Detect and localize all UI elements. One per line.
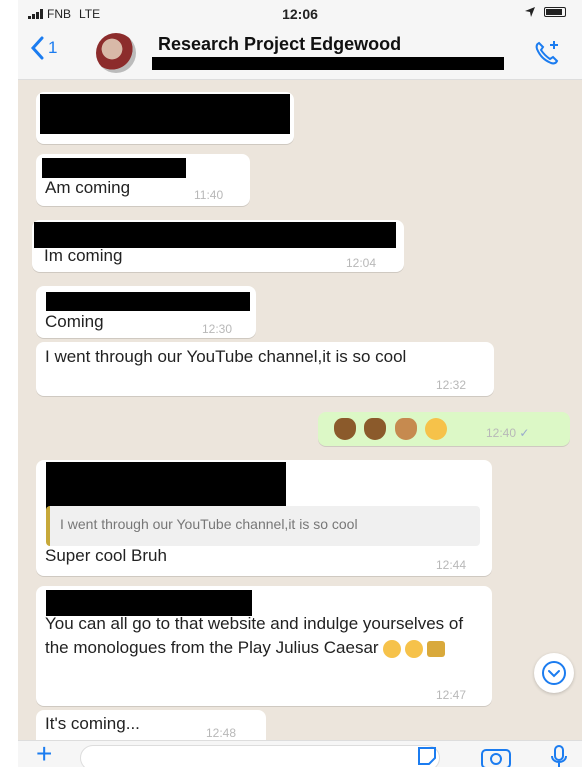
scroll-down-button[interactable] xyxy=(534,653,574,693)
sticker-icon[interactable] xyxy=(416,745,438,767)
message-text: Coming xyxy=(45,312,104,331)
message-bubble[interactable]: Im coming 12:04 xyxy=(32,220,404,272)
message-time-value: 12:40 xyxy=(486,426,517,440)
redacted-participants xyxy=(152,57,504,70)
message-text: Im coming xyxy=(44,246,123,265)
status-bar: FNB LTE 12:06 xyxy=(18,0,582,26)
sent-check-icon: ✓ xyxy=(519,426,530,440)
message-time: 12:32 xyxy=(436,378,467,392)
message-bubble[interactable]: I went through our YouTube channel,it is… xyxy=(36,460,492,576)
kissing-face-icon xyxy=(425,418,448,440)
message-time: 12:47 xyxy=(436,688,467,702)
location-icon xyxy=(525,7,535,17)
outgoing-message-bubble[interactable]: 12:40 ✓ xyxy=(318,412,570,446)
message-bubble[interactable] xyxy=(36,92,294,144)
message-text: Am coming xyxy=(45,178,131,197)
quoted-text: I went through our YouTube channel,it is… xyxy=(60,516,358,532)
rock-on-dark-icon xyxy=(364,418,387,440)
microphone-icon[interactable] xyxy=(550,745,568,767)
input-bar: + xyxy=(18,740,582,767)
rock-on-dark-icon xyxy=(334,418,356,440)
message-time: 12:04 xyxy=(346,256,377,270)
message-bubble[interactable]: I went through our YouTube channel,it is… xyxy=(36,342,494,396)
victory-hand-icon xyxy=(394,418,417,440)
message-bubble[interactable]: You can all go to that website and indul… xyxy=(36,586,492,706)
message-time: 12:30 xyxy=(202,322,233,336)
redacted-text xyxy=(40,94,290,134)
chevron-left-icon xyxy=(30,36,44,60)
message-text: Super cool Bruh xyxy=(45,546,167,565)
chat-header: 1 Research Project Edgewood xyxy=(18,26,582,80)
message-time: 12:44 xyxy=(436,558,467,572)
battery-icon xyxy=(544,7,566,17)
chat-area[interactable]: Am coming 11:40 Im coming 12:04 Coming 1… xyxy=(18,80,582,740)
message-bubble[interactable]: Coming 12:30 xyxy=(36,286,256,338)
message-time: 12:48 xyxy=(206,726,237,740)
grin-face-icon xyxy=(383,639,402,658)
message-text: It's coming... xyxy=(45,714,140,733)
add-call-icon[interactable] xyxy=(532,38,562,68)
message-input[interactable] xyxy=(80,745,440,767)
emoji-row xyxy=(334,418,451,440)
message-text: You can all go to that website and indul… xyxy=(45,612,465,660)
avatar[interactable] xyxy=(96,33,136,73)
message-time: 12:40 ✓ xyxy=(486,426,529,440)
message-text: I went through our YouTube channel,it is… xyxy=(45,347,407,366)
redacted-sender xyxy=(42,158,186,178)
message-time: 11:40 xyxy=(194,188,224,202)
redacted-sender xyxy=(46,292,250,311)
smile-face-icon xyxy=(405,639,424,658)
status-time: 12:06 xyxy=(282,6,318,22)
back-button[interactable]: 1 xyxy=(30,36,57,60)
quoted-message[interactable]: I went through our YouTube channel,it is… xyxy=(46,506,480,546)
crown-icon xyxy=(427,640,446,657)
chevron-down-icon xyxy=(542,661,566,685)
camera-icon[interactable] xyxy=(480,745,512,767)
unread-count: 1 xyxy=(48,38,58,57)
plus-icon[interactable]: + xyxy=(36,740,52,767)
message-bubble[interactable]: Am coming 11:40 xyxy=(36,154,250,206)
chat-title[interactable]: Research Project Edgewood xyxy=(158,34,401,55)
message-bubble[interactable]: It's coming... 12:48 xyxy=(36,710,266,740)
